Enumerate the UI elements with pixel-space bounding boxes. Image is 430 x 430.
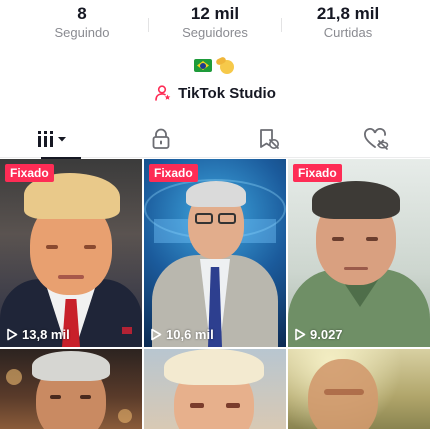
play-icon bbox=[295, 328, 306, 341]
person-star-icon bbox=[155, 85, 171, 101]
tab-reposts[interactable] bbox=[215, 120, 323, 158]
lock-icon bbox=[152, 128, 170, 149]
play-icon bbox=[7, 328, 18, 341]
profile-tabs bbox=[0, 120, 430, 159]
play-icon bbox=[151, 328, 162, 341]
view-count: 9.027 bbox=[294, 327, 343, 342]
grid-dropdown-icon bbox=[37, 131, 66, 147]
video-thumbnail[interactable]: Fixado 13,8 mil bbox=[0, 159, 142, 347]
tiktok-studio-link[interactable]: TikTok Studio bbox=[0, 84, 430, 102]
pinned-badge: Fixado bbox=[293, 164, 342, 182]
bio-emojis bbox=[0, 56, 430, 76]
stat-divider bbox=[281, 18, 282, 32]
following-count: 8 bbox=[77, 4, 87, 23]
tab-private[interactable] bbox=[108, 120, 216, 158]
pinned-badge: Fixado bbox=[149, 164, 198, 182]
repost-icon bbox=[259, 129, 279, 150]
profile-stats: 8 Seguindo 12 mil Seguidores 21,8 mil Cu… bbox=[0, 4, 430, 44]
stat-divider bbox=[148, 18, 149, 32]
video-thumbnail[interactable] bbox=[288, 349, 430, 429]
video-thumbnail[interactable] bbox=[144, 349, 286, 429]
view-count-text: 9.027 bbox=[310, 327, 343, 342]
tiktok-studio-label: TikTok Studio bbox=[178, 84, 276, 102]
view-count-text: 10,6 mil bbox=[166, 327, 214, 342]
tab-videos[interactable] bbox=[0, 120, 108, 159]
brazil-flag-icon bbox=[194, 59, 212, 72]
video-thumbnail[interactable]: Fixado 9.027 bbox=[288, 159, 430, 347]
stat-likes[interactable]: 21,8 mil Curtidas bbox=[302, 4, 394, 41]
likes-count: 21,8 mil bbox=[316, 4, 380, 23]
view-count: 13,8 mil bbox=[6, 327, 70, 342]
view-count: 10,6 mil bbox=[150, 327, 214, 342]
video-thumbnail[interactable] bbox=[0, 349, 142, 429]
stat-following[interactable]: 8 Seguindo bbox=[36, 4, 128, 41]
following-label: Seguindo bbox=[54, 25, 110, 40]
followers-label: Seguidores bbox=[182, 25, 248, 40]
likes-label: Curtidas bbox=[323, 25, 373, 40]
video-grid: Fixado 13,8 mil Fixado 10,6 mil Fixado 9… bbox=[0, 159, 430, 429]
heart-hidden-icon bbox=[364, 128, 389, 150]
tab-liked[interactable] bbox=[323, 120, 430, 158]
pinned-badge: Fixado bbox=[5, 164, 54, 182]
followers-count: 12 mil bbox=[190, 4, 240, 23]
stat-followers[interactable]: 12 mil Seguidores bbox=[169, 4, 261, 41]
video-thumbnail[interactable]: Fixado 10,6 mil bbox=[144, 159, 286, 347]
view-count-text: 13,8 mil bbox=[22, 327, 70, 342]
saluting-face-icon bbox=[215, 56, 236, 76]
